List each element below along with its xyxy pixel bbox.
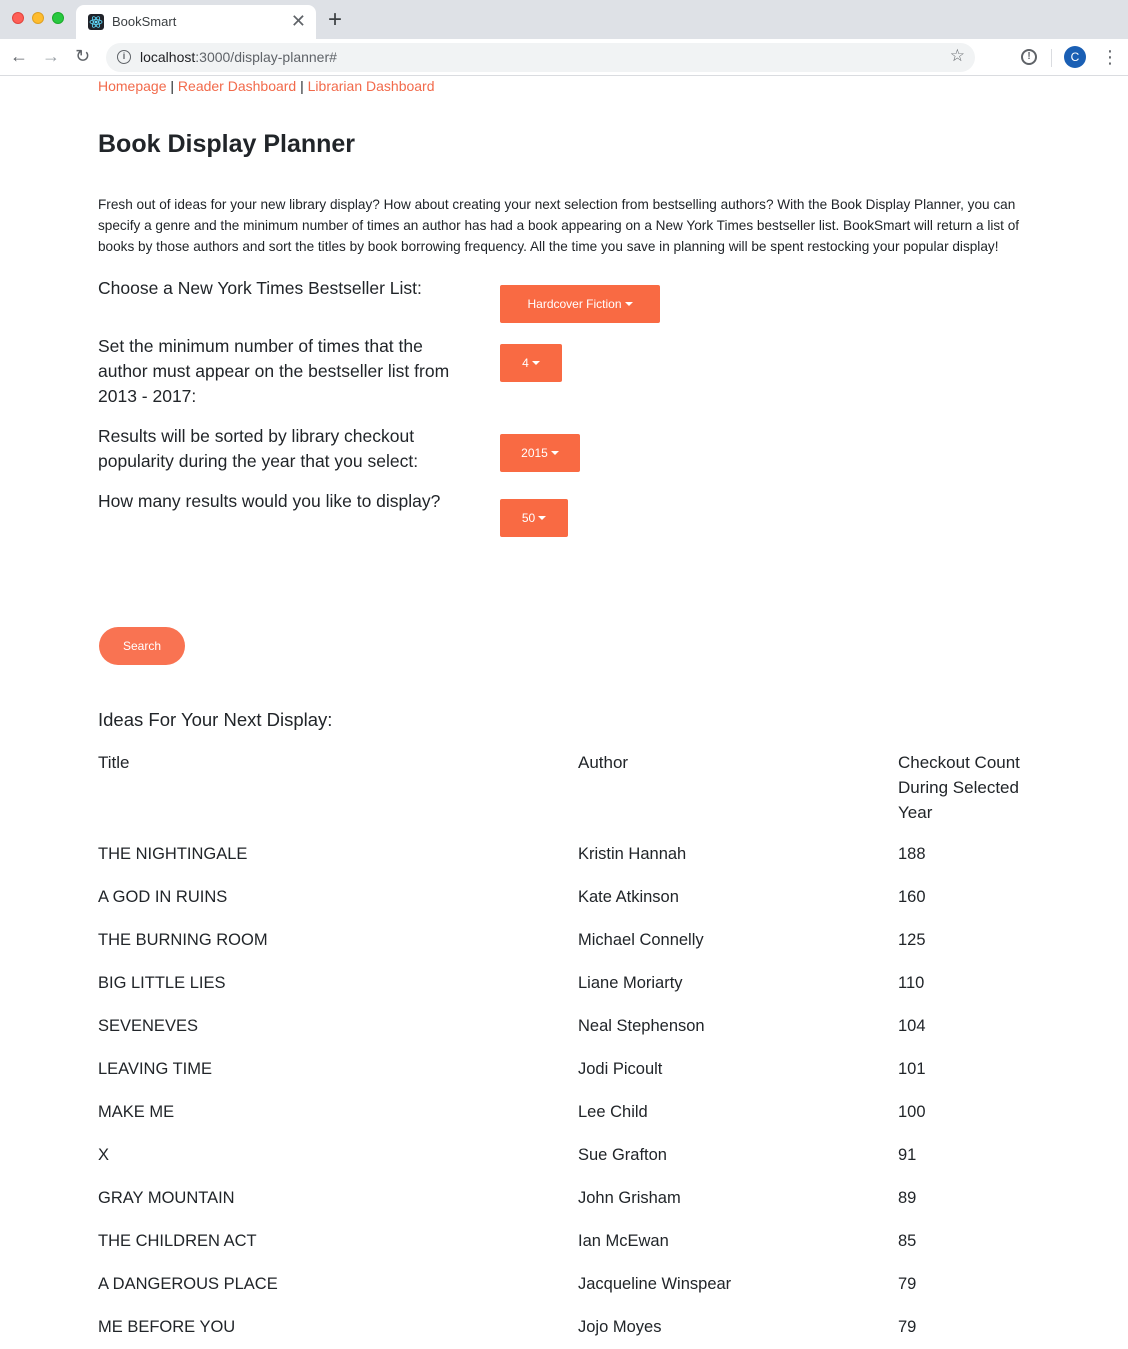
bookmark-star-icon[interactable]: ☆	[950, 46, 965, 66]
minimize-window-button[interactable]	[32, 12, 44, 24]
forward-arrow-icon[interactable]: →	[42, 45, 60, 67]
table-row: BIG LITTLE LIES Liane Moriarty 110	[0, 973, 1128, 1016]
checkout-count: 85	[898, 1232, 917, 1250]
checkout-count: 91	[898, 1146, 917, 1164]
browser-tab-bar: BookSmart ✕ +	[0, 0, 1128, 39]
book-author: Jodi Picoult	[578, 1060, 663, 1078]
book-author: Kristin Hannah	[578, 845, 687, 863]
book-author: Ian McEwan	[578, 1232, 669, 1250]
table-row: SEVENEVES Neal Stephenson 104	[0, 1016, 1128, 1059]
min-appearances-dropdown[interactable]: 4	[500, 344, 562, 382]
homepage-link[interactable]: Homepage	[98, 78, 167, 94]
toolbar-divider	[1051, 49, 1052, 67]
book-title: SEVENEVES	[98, 1017, 198, 1035]
search-button[interactable]: Search	[99, 627, 185, 665]
result-count-question: How many results would you like to displ…	[98, 491, 441, 511]
column-header-author: Author	[578, 753, 629, 772]
checkout-count: 188	[898, 845, 926, 863]
checkout-count: 101	[898, 1060, 926, 1078]
page-title: Book Display Planner	[98, 130, 356, 158]
book-author: Sue Grafton	[578, 1146, 667, 1164]
maximize-window-button[interactable]	[52, 12, 64, 24]
checkout-count: 125	[898, 931, 926, 949]
back-arrow-icon[interactable]: ←	[10, 45, 28, 67]
min-appearances-question: Set the minimum number of times that the…	[98, 336, 450, 406]
address-bar[interactable]: i localhost:3000/display-planner# ☆	[106, 43, 975, 72]
book-title: GRAY MOUNTAIN	[98, 1189, 235, 1207]
table-row: A GOD IN RUINS Kate Atkinson 160	[0, 887, 1128, 930]
browser-menu-icon[interactable]: ⋮	[1101, 45, 1119, 69]
column-header-title: Title	[98, 753, 130, 772]
book-author: Lee Child	[578, 1103, 648, 1121]
checkout-count: 160	[898, 888, 926, 906]
table-row: ME BEFORE YOU Jojo Moyes 79	[0, 1317, 1128, 1349]
breadcrumb-separator: |	[170, 78, 175, 94]
dropdown-label: 4	[522, 356, 529, 370]
results-heading: Ideas For Your Next Display:	[98, 709, 333, 730]
table-row: GRAY MOUNTAIN John Grisham 89	[0, 1188, 1128, 1231]
checkout-count: 110	[898, 974, 925, 992]
table-row: THE CHILDREN ACT Ian McEwan 85	[0, 1231, 1128, 1274]
bestseller-list-dropdown[interactable]: Hardcover Fiction	[500, 285, 660, 323]
caret-down-icon	[531, 361, 540, 365]
tab-title: BookSmart	[112, 14, 177, 29]
reader-dashboard-link[interactable]: Reader Dashboard	[178, 78, 296, 94]
table-row: THE NIGHTINGALE Kristin Hannah 188	[0, 844, 1128, 887]
browser-toolbar: ← → ↻ i localhost:3000/display-planner# …	[0, 39, 1128, 76]
dropdown-label: 50	[521, 511, 536, 525]
checkout-count: 89	[898, 1189, 917, 1207]
caret-down-icon	[624, 302, 633, 306]
librarian-dashboard-link[interactable]: Librarian Dashboard	[308, 78, 435, 94]
book-title: A GOD IN RUINS	[98, 888, 228, 906]
table-row: LEAVING TIME Jodi Picoult 101	[0, 1059, 1128, 1102]
book-title: X	[98, 1146, 110, 1164]
column-header-checkout-count: Checkout Count During Selected Year	[898, 753, 1020, 822]
checkout-count: 100	[898, 1103, 926, 1121]
url-text[interactable]: localhost:3000/display-planner#	[140, 49, 337, 65]
breadcrumb: Homepage | Reader Dashboard | Librarian …	[98, 78, 435, 94]
table-row: THE BURNING ROOM Michael Connelly 125	[0, 930, 1128, 973]
book-author: Jacqueline Winspear	[578, 1275, 732, 1293]
book-title: THE CHILDREN ACT	[98, 1232, 257, 1250]
checkout-count: 79	[898, 1318, 917, 1336]
year-question: Results will be sorted by library checko…	[98, 426, 419, 471]
reload-icon[interactable]: ↻	[75, 45, 90, 67]
book-author: Michael Connelly	[578, 931, 704, 949]
close-window-button[interactable]	[12, 12, 24, 24]
new-tab-icon[interactable]: +	[328, 7, 342, 33]
book-author: Jojo Moyes	[578, 1318, 662, 1336]
book-title: A DANGEROUS PLACE	[98, 1275, 278, 1293]
year-dropdown[interactable]: 2015	[500, 434, 580, 472]
checkout-count: 79	[898, 1275, 917, 1293]
site-info-icon[interactable]: i	[117, 50, 131, 64]
dropdown-label: 2015	[521, 446, 548, 460]
close-tab-icon[interactable]: ✕	[291, 11, 306, 31]
react-logo-icon	[88, 14, 104, 30]
book-title: MAKE ME	[98, 1103, 175, 1121]
list-question: Choose a New York Times Bestseller List:	[98, 278, 422, 298]
book-title: LEAVING TIME	[98, 1060, 213, 1078]
book-author: Liane Moriarty	[578, 974, 683, 992]
caret-down-icon	[538, 516, 547, 520]
extension-icon[interactable]: !	[1021, 49, 1037, 65]
caret-down-icon	[550, 451, 559, 455]
book-title: THE BURNING ROOM	[98, 931, 268, 949]
book-author: John Grisham	[578, 1189, 681, 1207]
result-count-dropdown[interactable]: 50	[500, 499, 568, 537]
dropdown-label: Hardcover Fiction	[527, 297, 622, 311]
book-title: ME BEFORE YOU	[98, 1318, 236, 1336]
intro-paragraph: Fresh out of ideas for your new library …	[98, 197, 1020, 254]
checkout-count: 104	[898, 1017, 926, 1035]
book-title: BIG LITTLE LIES	[98, 974, 226, 992]
book-author: Kate Atkinson	[578, 888, 679, 906]
book-author: Neal Stephenson	[578, 1017, 705, 1035]
browser-tab[interactable]: BookSmart ✕	[76, 5, 316, 39]
breadcrumb-separator: |	[300, 78, 304, 94]
profile-avatar[interactable]: C	[1064, 46, 1086, 68]
table-row: X Sue Grafton 91	[0, 1145, 1128, 1188]
table-row: MAKE ME Lee Child 100	[0, 1102, 1128, 1145]
book-title: THE NIGHTINGALE	[98, 845, 248, 863]
table-row: A DANGEROUS PLACE Jacqueline Winspear 79	[0, 1274, 1128, 1317]
